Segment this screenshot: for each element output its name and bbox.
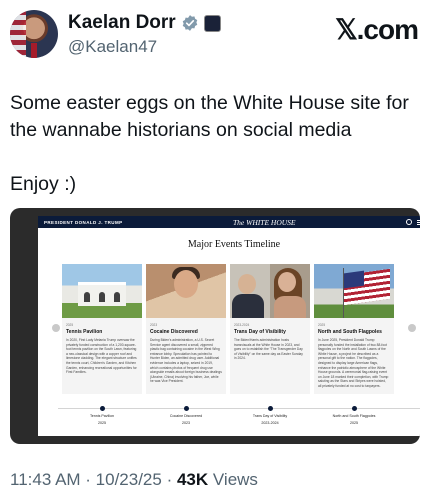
tweet-media-image[interactable]: PRESIDENT DONALD J. TRUMP The WHITE HOUS… [10, 208, 420, 444]
card-body: The Biden/Harris administration hosts tr… [234, 338, 303, 361]
photo-face [174, 270, 198, 298]
author-handle[interactable]: @Kaelan47 [68, 37, 157, 57]
site-nav-bar: PRESIDENT DONALD J. TRUMP The WHITE HOUS… [38, 216, 420, 228]
avatar[interactable] [10, 10, 58, 58]
card-title: Cocaine Discovered [150, 329, 198, 335]
tweet-header: Kaelan Dorr @Kaelan47 𝕏.com [10, 8, 420, 60]
timeline-cards: 2025 Tennis Pavilion In 2020, First Lady… [62, 264, 420, 394]
timeline-card: 2023-2024 Trans Day of Visibility The Bi… [230, 264, 310, 394]
timeline-date: 2023-2024 [261, 421, 279, 425]
tweet-meta: 11:43 AM · 10/23/25 · 43K Views [10, 470, 258, 490]
timeline-card: 2025 North and South Flagpoles In June 2… [314, 264, 394, 394]
carousel-prev-icon [52, 324, 60, 332]
timeline-dot [99, 406, 105, 411]
timeline-dot [183, 406, 189, 411]
card-date: 2025 [66, 323, 74, 327]
views-count: 43K [176, 470, 209, 489]
menu-icon [416, 219, 420, 225]
whitehouse-page-screenshot: PRESIDENT DONALD J. TRUMP The WHITE HOUS… [38, 216, 420, 436]
avatar-tie-detail [31, 43, 37, 58]
card-body: In June 2025, President Donald Trump per… [318, 338, 389, 388]
search-icon [405, 219, 412, 225]
photo-face-left [238, 274, 256, 294]
card-date: 2025 [318, 323, 326, 327]
timeline-label: Cocaine Discovered [169, 414, 203, 418]
timeline-dot [267, 406, 273, 411]
timeline-date: 2025 [98, 421, 106, 425]
timeline-title: Major Events Timeline [187, 239, 281, 250]
photo-body-right [274, 296, 306, 318]
site-nav-logo: The WHITE HOUSE [233, 217, 296, 227]
photo-body-left [232, 294, 264, 318]
timeline-date: 2025 [350, 421, 358, 425]
timeline-axis-item: Cocaine Discovered 2023 [146, 402, 226, 425]
card-date: 2023 [150, 323, 158, 327]
card-title: Tennis Pavilion [66, 329, 103, 335]
cocaine-discovered-photo [146, 264, 226, 318]
timeline-label: North and South Flagpoles [332, 414, 376, 418]
card-body: During Biden's administration, a U.S. Se… [150, 338, 222, 384]
site-nav-president-label: PRESIDENT DONALD J. TRUMP [44, 219, 123, 225]
flagpoles-photo [314, 264, 394, 318]
tweet-text: Some easter eggs on the White House site… [10, 92, 409, 195]
timeline-label: Trans Day of Visibility [252, 414, 288, 418]
timeline-card: 2025 Tennis Pavilion In 2020, First Lady… [62, 264, 142, 394]
author-name-row: Kaelan Dorr [68, 12, 221, 34]
views-label: Views [208, 470, 258, 489]
x-logo: 𝕏.com [335, 14, 419, 45]
card-date: 2023-2024 [234, 323, 250, 327]
card-title: Trans Day of Visibility [234, 329, 286, 335]
timeline-dot [351, 406, 357, 411]
tweet-timestamp[interactable]: 11:43 AM · 10/23/25 · [10, 470, 177, 489]
timeline-date: 2023 [182, 421, 190, 425]
timeline-axis-item: Trans Day of Visibility 2023-2024 [230, 402, 310, 425]
card-title: North and South Flagpoles [318, 329, 382, 335]
author-display-name[interactable]: Kaelan Dorr [68, 12, 176, 34]
timeline-axis: Tennis Pavilion 2025 Cocaine Discovered … [62, 402, 420, 425]
tennis-pavilion-photo [62, 264, 142, 318]
timeline-card: 2023 Cocaine Discovered During Biden's a… [146, 264, 226, 394]
verified-badge-icon [182, 15, 197, 31]
card-body: In 2020, First Lady Melania Trump oversa… [66, 338, 137, 375]
timeline-label: Tennis Pavilion [90, 414, 114, 418]
timeline-axis-item: North and South Flagpoles 2025 [314, 402, 394, 425]
trans-day-photo [230, 264, 310, 318]
affiliation-badge-icon[interactable] [203, 14, 221, 32]
photo-flag-canton [344, 270, 364, 289]
photo-face-right [278, 272, 296, 292]
timeline-axis-item: Tennis Pavilion 2025 [62, 402, 142, 425]
pavilion-shape [78, 282, 126, 306]
site-nav-icons [405, 219, 420, 225]
avatar-flag-detail [10, 10, 26, 58]
